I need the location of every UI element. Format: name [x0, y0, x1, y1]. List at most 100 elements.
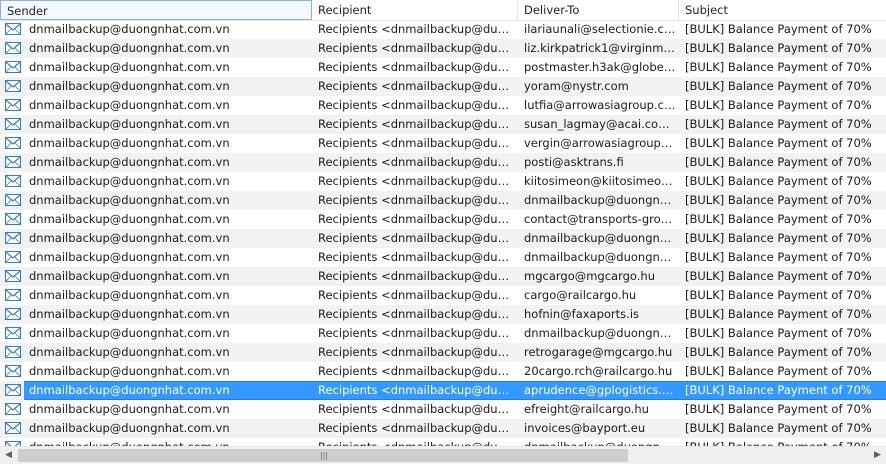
table-row[interactable]: dnmailbackup@duongnhat.com.vn Recipients …: [0, 400, 886, 419]
envelope-icon: [5, 41, 21, 55]
cell-sender: dnmailbackup@duongnhat.com.vn: [29, 307, 230, 321]
envelope-icon: [5, 212, 21, 226]
table-row[interactable]: dnmailbackup@duongnhat.com.vn Recipients …: [0, 210, 886, 229]
table-row[interactable]: dnmailbackup@duongnhat.com.vn Recipients …: [0, 96, 886, 115]
cell-deliver-to: dnmailbackup@duongnhat.com.vn: [524, 193, 676, 207]
cell-deliver-to: kiitosimeon@kiitosimeon.fi: [524, 174, 676, 188]
table-row[interactable]: dnmailbackup@duongnhat.com.vn Recipients …: [0, 191, 886, 210]
cell-sender: dnmailbackup@duongnhat.com.vn: [29, 345, 230, 359]
table-row-selected[interactable]: dnmailbackup@duongnhat.com.vn Recipients …: [0, 381, 886, 400]
cell-deliver-to: dnmailbackup@duongnhat.com.vn: [524, 438, 676, 446]
cell-recipient: Recipients <dnmailbackup@duongnhat.com.v…: [318, 60, 510, 74]
envelope-icon: [5, 155, 21, 169]
cell-recipient: Recipients <dnmailbackup@duongnhat.com.v…: [318, 402, 510, 416]
envelope-icon: [5, 250, 21, 264]
column-header-subject[interactable]: Subject: [679, 0, 886, 20]
envelope-icon: [5, 117, 21, 131]
cell-sender: dnmailbackup@duongnhat.com.vn: [29, 438, 311, 446]
cell-subject: [BULK] Balance Payment of 70%: [685, 79, 872, 93]
envelope-icon: [5, 269, 21, 283]
cell-deliver-to: liz.kirkpatrick1@virginmedia.com: [524, 41, 676, 55]
cell-subject: [BULK] Balance Payment of 70%: [685, 269, 872, 283]
cell-recipient: Recipients <dnmailbackup@duongnhat.com.v…: [318, 421, 510, 435]
cell-deliver-to: retrogarage@mgcargo.hu: [524, 345, 673, 359]
cell-sender: dnmailbackup@duongnhat.com.vn: [29, 136, 230, 150]
table-row[interactable]: dnmailbackup@duongnhat.com.vn Recipients …: [0, 324, 886, 343]
scroll-left-arrow-icon[interactable]: ◀: [0, 447, 17, 464]
horizontal-scrollbar[interactable]: ◀ ||| ▶: [0, 446, 886, 464]
envelope-icon: [5, 307, 21, 321]
cell-deliver-to: hofnin@faxaports.is: [524, 307, 639, 321]
cell-subject: [BULK] Balance Payment of 70%: [685, 250, 872, 264]
cell-recipient: Recipients <dnmailbackup@duongnhat.com.v…: [318, 269, 510, 283]
cell-deliver-to: invoices@bayport.eu: [524, 421, 646, 435]
cell-deliver-to: yoram@nystr.com: [524, 79, 629, 93]
envelope-icon: [5, 421, 21, 435]
cell-recipient: Recipients <dnmailbackup@duongnhat.com.v…: [318, 79, 510, 93]
envelope-icon: [5, 60, 21, 74]
cell-sender: dnmailbackup@duongnhat.com.vn: [29, 383, 230, 397]
cell-sender: dnmailbackup@duongnhat.com.vn: [29, 269, 230, 283]
cell-recipient: Recipients <dnmailbackup@duongnhat.com.v…: [318, 345, 510, 359]
cell-recipient: Recipients <dnmailbackup@duongnhat.com.v…: [318, 117, 510, 131]
table-row[interactable]: dnmailbackup@duongnhat.com.vn Recipients …: [0, 153, 886, 172]
table-row[interactable]: dnmailbackup@duongnhat.com.vn Recipients …: [0, 115, 886, 134]
table-row[interactable]: dnmailbackup@duongnhat.com.vn Recipients …: [0, 343, 886, 362]
table-row[interactable]: dnmailbackup@duongnhat.com.vn Recipients …: [0, 58, 886, 77]
cell-recipient: Recipients <dnmailbackup@duongnhat.com.v…: [318, 250, 510, 264]
table-row[interactable]: dnmailbackup@duongnhat.com.vn Recipients …: [0, 305, 886, 324]
cell-recipient: Recipients <dnmailbackup@duongnhat.com.v…: [318, 136, 510, 150]
cell-deliver-to: cargo@railcargo.hu: [524, 288, 637, 302]
cell-sender: dnmailbackup@duongnhat.com.vn: [29, 402, 230, 416]
scroll-right-arrow-icon[interactable]: ▶: [869, 447, 886, 464]
table-row[interactable]: dnmailbackup@duongnhat.com.vn Recipients …: [0, 248, 886, 267]
cell-deliver-to: lutfia@arrowasiagroup.com: [524, 98, 676, 112]
table-row[interactable]: dnmailbackup@duongnhat.com.vn Recipients …: [0, 438, 886, 446]
cell-sender: dnmailbackup@duongnhat.com.vn: [29, 155, 230, 169]
cell-recipient: Recipients <dnmailbackup@duongnhat.com.v…: [318, 41, 510, 55]
table-row[interactable]: dnmailbackup@duongnhat.com.vn Recipients …: [0, 267, 886, 286]
table-row[interactable]: dnmailbackup@duongnhat.com.vn Recipients …: [0, 419, 886, 438]
cell-recipient: Recipients <dnmailbackup@duongnhat.com.v…: [318, 231, 510, 245]
envelope-icon: [5, 326, 21, 340]
scrollbar-thumb[interactable]: |||: [18, 449, 628, 462]
table-row[interactable]: dnmailbackup@duongnhat.com.vn Recipients …: [0, 134, 886, 153]
cell-sender: dnmailbackup@duongnhat.com.vn: [29, 79, 230, 93]
cell-sender: dnmailbackup@duongnhat.com.vn: [29, 60, 230, 74]
envelope-icon: [5, 174, 21, 188]
envelope-icon: [5, 79, 21, 93]
cell-recipient: Recipients <dnmailbackup@duongnhat.com.v…: [318, 193, 510, 207]
table-row[interactable]: dnmailbackup@duongnhat.com.vn Recipients …: [0, 362, 886, 381]
cell-subject: [BULK] Balance Payment of 70%: [685, 41, 872, 55]
cell-deliver-to: ilariaunali@selectionie.com: [524, 22, 676, 36]
table-row[interactable]: dnmailbackup@duongnhat.com.vn Recipients …: [0, 20, 886, 39]
table-row[interactable]: dnmailbackup@duongnhat.com.vn Recipients …: [0, 172, 886, 191]
table-row[interactable]: dnmailbackup@duongnhat.com.vn Recipients …: [0, 229, 886, 248]
cell-sender: dnmailbackup@duongnhat.com.vn: [29, 288, 230, 302]
envelope-icon: [5, 136, 21, 150]
cell-deliver-to: vergin@arrowasiagroup.com: [524, 136, 676, 150]
cell-deliver-to: dnmailbackup@duongnhat.com.vn: [524, 326, 676, 340]
column-header-deliver-to[interactable]: Deliver-To: [518, 0, 679, 20]
column-header-row: Sender Recipient Deliver-To Subject: [0, 0, 886, 21]
table-row[interactable]: dnmailbackup@duongnhat.com.vn Recipients …: [0, 39, 886, 58]
cell-sender: dnmailbackup@duongnhat.com.vn: [29, 193, 230, 207]
cell-deliver-to: efreight@railcargo.hu: [524, 402, 649, 416]
cell-deliver-to: mgcargo@mgcargo.hu: [524, 269, 655, 283]
cell-subject: [BULK] Balance Payment of 70%: [685, 22, 872, 36]
cell-recipient: Recipients <dnmailbackup@duongnhat.com.v…: [318, 288, 510, 302]
column-header-recipient[interactable]: Recipient: [312, 0, 518, 20]
message-list: dnmailbackup@duongnhat.com.vn Recipients …: [0, 20, 886, 446]
table-row[interactable]: dnmailbackup@duongnhat.com.vn Recipients …: [0, 77, 886, 96]
envelope-icon: [5, 98, 21, 112]
table-row[interactable]: dnmailbackup@duongnhat.com.vn Recipients …: [0, 286, 886, 305]
cell-recipient: Recipients <dnmailbackup@duongnhat.com.v…: [318, 155, 510, 169]
cell-sender: dnmailbackup@duongnhat.com.vn: [29, 98, 230, 112]
cell-subject: [BULK] Balance Payment of 70%: [685, 98, 872, 112]
cell-subject: [BULK] Balance Payment of 70%: [685, 60, 872, 74]
column-header-sender[interactable]: Sender: [0, 0, 312, 20]
cell-subject: [BULK] Balance Payment of 70%: [685, 307, 872, 321]
cell-subject: [BULK] Balance Payment of 70%: [685, 174, 872, 188]
cell-recipient: Recipients <dnmailbackup@duongnhat.com.v…: [318, 383, 510, 397]
cell-subject: [BULK] Balance Payment of 70%: [685, 364, 872, 378]
